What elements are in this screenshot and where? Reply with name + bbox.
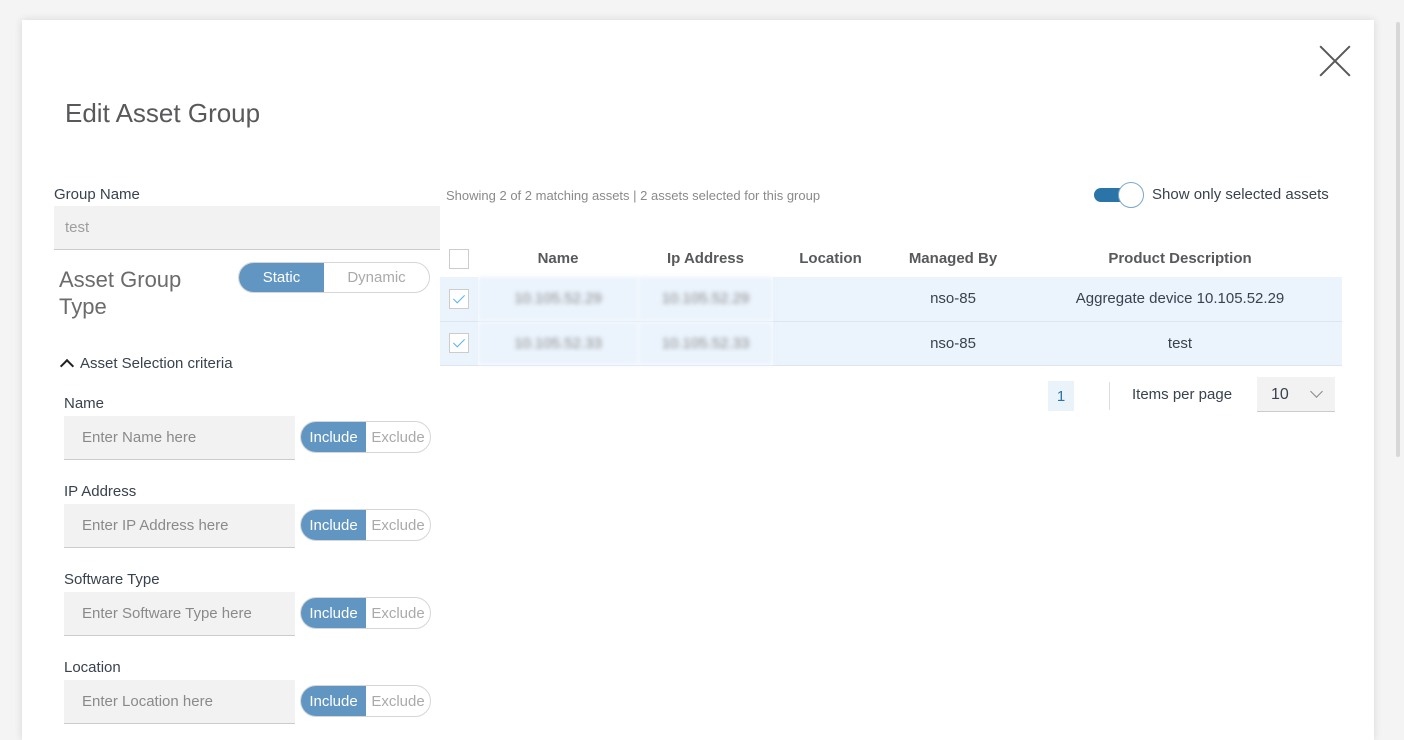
criteria-title: Asset Selection criteria	[80, 355, 233, 372]
cell-location	[773, 277, 888, 322]
include-option[interactable]: Include	[301, 422, 366, 452]
criteria-input[interactable]: Enter Name here	[64, 416, 295, 460]
items-per-page-value: 10	[1271, 386, 1289, 403]
criteria-input[interactable]: Enter IP Address here	[64, 504, 295, 548]
cell-managed-by: nso-85	[888, 277, 1018, 322]
select-all-checkbox[interactable]	[449, 248, 469, 269]
include-exclude-toggle: Include Exclude	[300, 597, 431, 629]
static-option[interactable]: Static	[239, 263, 324, 292]
col-location[interactable]: Location	[773, 240, 888, 277]
col-description[interactable]: Product Description	[1018, 240, 1342, 277]
chevron-up-icon	[59, 358, 75, 374]
col-name[interactable]: Name	[478, 240, 638, 277]
edit-asset-group-modal: Edit Asset Group Group Name test Asset G…	[22, 20, 1374, 740]
cell-ip: 10.105.52.29	[638, 277, 773, 322]
page-1-button[interactable]: 1	[1048, 381, 1074, 411]
criteria-label: Name	[64, 395, 105, 412]
divider	[1109, 382, 1110, 410]
cell-name: 10.105.52.29	[478, 277, 638, 322]
asset-selection-criteria-toggle[interactable]: Asset Selection criteria	[59, 355, 233, 374]
col-ip[interactable]: Ip Address	[638, 240, 773, 277]
include-option[interactable]: Include	[301, 510, 366, 540]
include-exclude-toggle: Include Exclude	[300, 685, 431, 717]
cell-name: 10.105.52.33	[478, 321, 638, 366]
items-per-page-label: Items per page	[1132, 386, 1233, 403]
exclude-option[interactable]: Exclude	[366, 598, 430, 628]
col-managed-by[interactable]: Managed By	[888, 240, 1018, 277]
modal-title: Edit Asset Group	[65, 98, 261, 128]
criteria-input[interactable]: Enter Software Type here	[64, 592, 295, 636]
group-name-input[interactable]: test	[54, 206, 440, 250]
cell-managed-by: nso-85	[888, 321, 1018, 366]
criteria-input[interactable]: Enter Location here	[64, 680, 295, 724]
include-exclude-toggle: Include Exclude	[300, 421, 431, 453]
items-per-page-select[interactable]: 10	[1257, 377, 1335, 412]
criteria-label: IP Address	[64, 483, 137, 500]
scrollbar[interactable]	[1396, 22, 1400, 457]
toggle-switch[interactable]	[1094, 181, 1144, 208]
group-type-toggle: Static Dynamic	[238, 262, 430, 293]
show-selected-toggle[interactable]: Show only selected assets	[1094, 181, 1329, 208]
exclude-option[interactable]: Exclude	[366, 686, 430, 716]
include-exclude-toggle: Include Exclude	[300, 509, 431, 541]
assets-table: Name Ip Address Location Managed By Prod…	[440, 240, 1342, 366]
cell-description: test	[1018, 321, 1342, 366]
dynamic-option[interactable]: Dynamic	[324, 263, 429, 292]
toggle-label: Show only selected assets	[1152, 186, 1329, 203]
table-row[interactable]: 10.105.52.29 10.105.52.29 nso-85 Aggrega…	[440, 277, 1342, 322]
criteria-label: Software Type	[64, 571, 160, 588]
row-checkbox[interactable]	[449, 288, 469, 309]
table-row[interactable]: 10.105.52.33 10.105.52.33 nso-85 test	[440, 321, 1342, 366]
include-option[interactable]: Include	[301, 686, 366, 716]
cell-location	[773, 321, 888, 366]
cell-ip: 10.105.52.33	[638, 321, 773, 366]
include-option[interactable]: Include	[301, 598, 366, 628]
row-checkbox[interactable]	[449, 333, 469, 353]
exclude-option[interactable]: Exclude	[366, 422, 430, 452]
cell-description: Aggregate device 10.105.52.29	[1018, 277, 1342, 322]
chevron-down-icon	[1310, 385, 1323, 398]
group-name-label: Group Name	[54, 186, 140, 203]
exclude-option[interactable]: Exclude	[366, 510, 430, 540]
criteria-label: Location	[64, 659, 121, 676]
close-icon[interactable]	[1318, 44, 1352, 78]
asset-group-type-label: Asset Group Type	[59, 267, 182, 319]
matching-info: Showing 2 of 2 matching assets | 2 asset…	[446, 188, 821, 203]
